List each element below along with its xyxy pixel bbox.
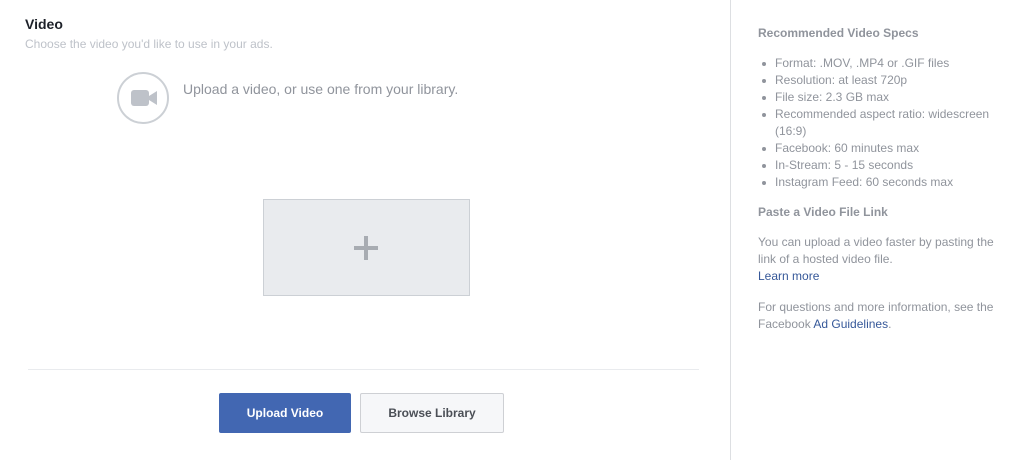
guidelines-text: For questions and more information, see … <box>758 299 1008 333</box>
divider <box>28 369 699 370</box>
spec-resolution: Resolution: at least 720p <box>758 72 1008 89</box>
spec-format: Format: .MOV, .MP4 or .GIF files <box>758 55 1008 72</box>
browse-library-button[interactable]: Browse Library <box>360 393 504 433</box>
video-section: Video Choose the video you'd like to use… <box>0 0 730 460</box>
video-camera-icon <box>117 72 169 124</box>
specs-heading: Recommended Video Specs <box>758 26 919 40</box>
guidelines-suffix: . <box>888 317 892 331</box>
spec-facebook: Facebook: 60 minutes max <box>758 140 1008 157</box>
spec-aspect-ratio: Recommended aspect ratio: widescreen (16… <box>758 106 1008 140</box>
ad-guidelines-link[interactable]: Ad Guidelines <box>813 317 888 331</box>
learn-more-link[interactable]: Learn more <box>758 269 819 283</box>
add-video-dropzone[interactable] <box>263 199 470 296</box>
section-title: Video <box>25 16 63 32</box>
paste-link-text: You can upload a video faster by pasting… <box>758 234 1008 285</box>
plus-icon <box>354 236 378 260</box>
paste-link-description: You can upload a video faster by pasting… <box>758 235 994 266</box>
section-subtitle: Choose the video you'd like to use in yo… <box>25 37 273 51</box>
spec-file-size: File size: 2.3 GB max <box>758 89 1008 106</box>
upload-prompt: Upload a video, or use one from your lib… <box>183 81 459 97</box>
sidebar: Recommended Video Specs Format: .MOV, .M… <box>730 0 1031 460</box>
upload-video-button[interactable]: Upload Video <box>219 393 351 433</box>
spec-instagram: Instagram Feed: 60 seconds max <box>758 174 1008 191</box>
paste-link-heading: Paste a Video File Link <box>758 205 888 219</box>
spec-in-stream: In-Stream: 5 - 15 seconds <box>758 157 1008 174</box>
specs-list: Format: .MOV, .MP4 or .GIF files Resolut… <box>758 55 1008 191</box>
